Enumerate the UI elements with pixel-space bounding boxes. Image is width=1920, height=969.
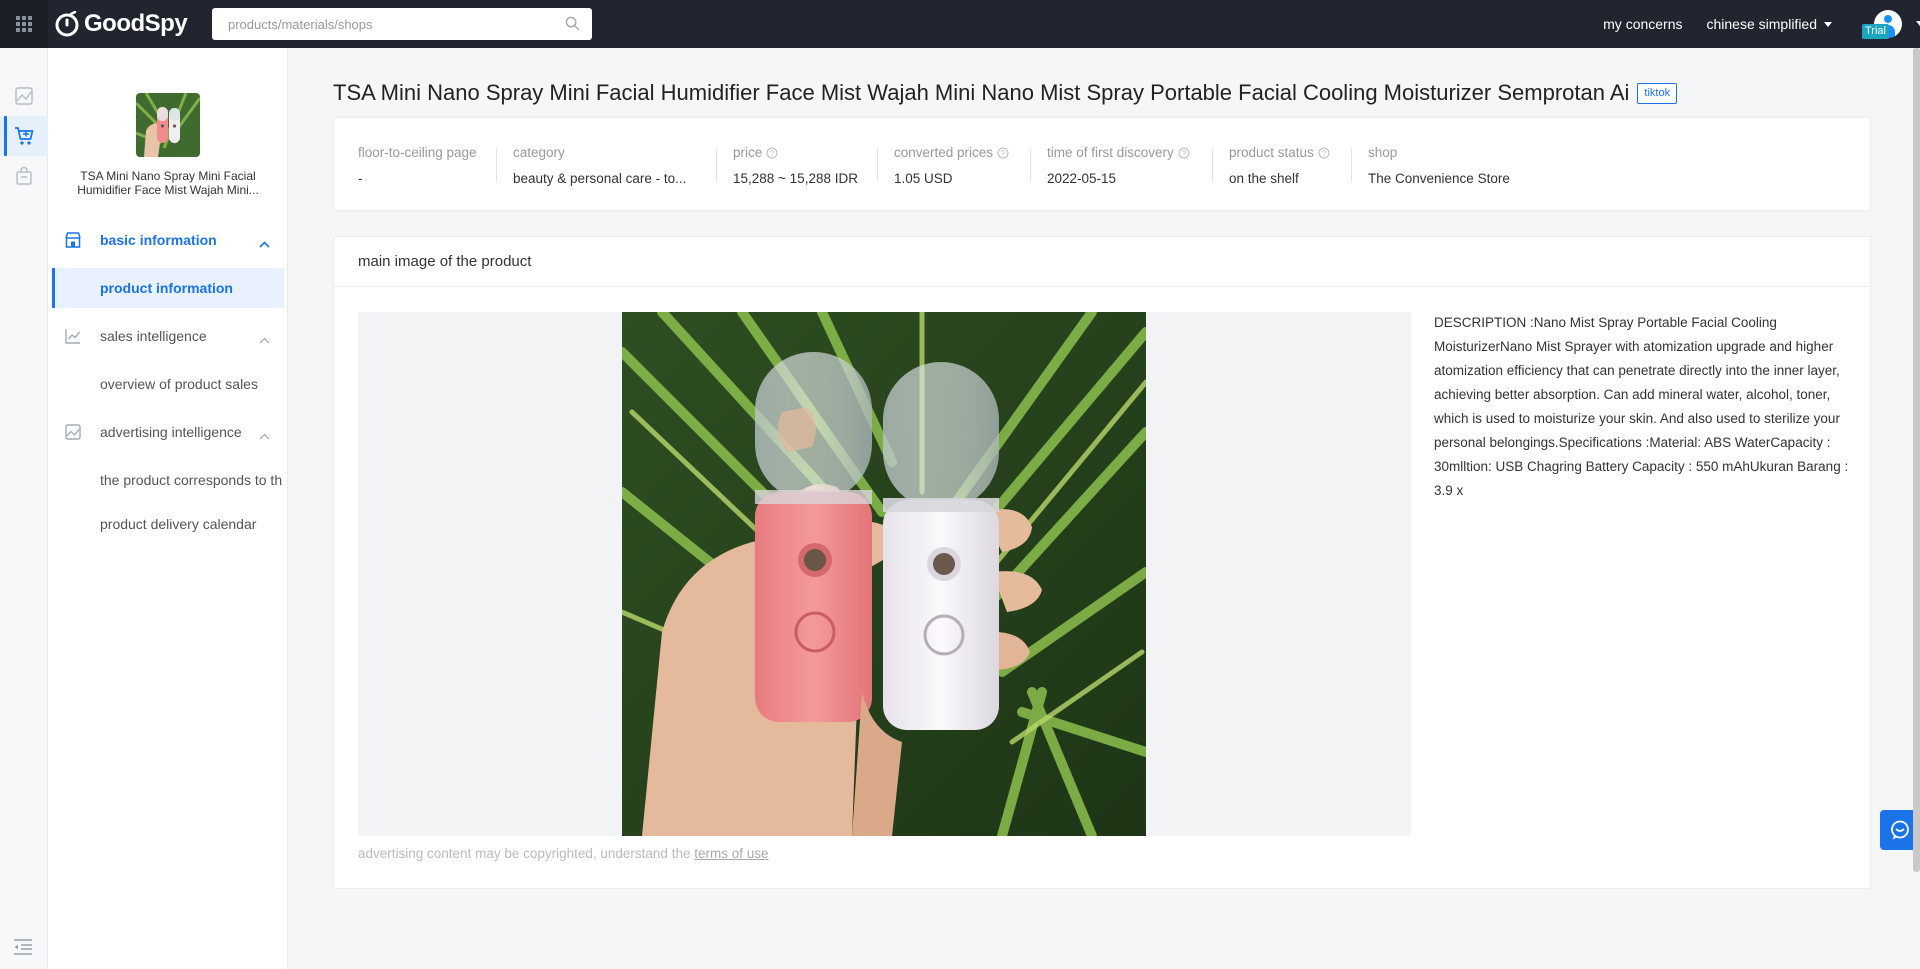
info-label: converted prices <box>894 145 994 160</box>
info-product-status: product status ? on the shelf <box>1229 145 1349 186</box>
divider <box>877 148 878 182</box>
chevron-up-icon <box>259 235 270 253</box>
info-label: shop <box>1368 145 1398 160</box>
info-value: on the shelf <box>1229 171 1299 186</box>
goodspy-logo[interactable]: GoodSpy <box>54 9 188 39</box>
language-dropdown[interactable]: chinese simplified <box>1706 16 1832 32</box>
help-icon[interactable]: ? <box>1318 147 1330 159</box>
info-value: - <box>358 171 363 186</box>
chat-icon <box>1891 820 1909 840</box>
rail-ads-image-icon[interactable] <box>0 76 48 116</box>
product-info-card: floor-to-ceiling page - category beauty … <box>333 117 1871 211</box>
info-value shop-link[interactable]: The Convenience Store <box>1368 171 1588 186</box>
divider <box>496 148 497 182</box>
help-icon[interactable]: ? <box>766 147 778 159</box>
icon-rail <box>0 48 48 969</box>
info-label: category <box>513 145 565 160</box>
page-title: TSA Mini Nano Spray Mini Facial Humidifi… <box>333 80 1678 106</box>
info-value: beauty & personal care - to... <box>513 171 687 186</box>
chevron-up-icon <box>259 331 270 349</box>
info-label: price <box>733 145 763 160</box>
my-concerns-link[interactable]: my concerns <box>1603 16 1682 32</box>
svg-text:?: ? <box>770 149 775 158</box>
product-title: TSA Mini Nano Spray Mini Facial Humidifi… <box>333 80 1630 105</box>
section-title: main image of the product <box>334 237 1870 287</box>
platform-tag: tiktok <box>1637 82 1678 104</box>
apps-grid-icon[interactable] <box>0 0 48 48</box>
nav-item-product-ads[interactable]: the product corresponds to th <box>52 460 284 500</box>
chevron-down-icon <box>1916 21 1920 26</box>
nav-group-label: sales intelligence <box>100 328 207 344</box>
nav-group-advertising-intelligence[interactable]: advertising intelligence <box>48 412 288 452</box>
info-category: category beauty & personal care - to... <box>513 145 708 186</box>
product-main-image[interactable] <box>622 312 1146 836</box>
help-icon[interactable]: ? <box>997 147 1009 159</box>
logo-text: GoodSpy <box>84 10 188 37</box>
language-label: chinese simplified <box>1706 16 1818 32</box>
nav-item-product-delivery-calendar[interactable]: product delivery calendar <box>52 504 284 544</box>
collapse-menu-icon[interactable] <box>12 938 34 961</box>
search-icon[interactable] <box>565 16 580 36</box>
divider <box>1030 148 1031 182</box>
info-time-of-first-discovery: time of first discovery ? 2022-05-15 <box>1047 145 1212 186</box>
nav-group-label: advertising intelligence <box>100 424 242 440</box>
info-value: 2022-05-15 <box>1047 171 1117 186</box>
global-search <box>212 8 592 40</box>
svg-text:?: ? <box>1001 149 1006 158</box>
info-shop: shop The Convenience Store <box>1368 145 1588 186</box>
trial-badge: Trial <box>1862 24 1889 39</box>
product-thumbnail[interactable] <box>136 93 200 157</box>
nav-group-label: basic information <box>100 232 217 248</box>
svg-text:?: ? <box>1182 149 1187 158</box>
copyright-note: advertising content may be copyrighted, … <box>358 846 769 861</box>
info-label: time of first discovery <box>1047 145 1174 160</box>
product-description: DESCRIPTION :Nano Mist Spray Portable Fa… <box>1434 315 1849 498</box>
rail-shop-bag-icon[interactable] <box>0 156 48 196</box>
svg-text:?: ? <box>1322 149 1327 158</box>
info-label: floor-to-ceiling page <box>358 145 477 160</box>
top-navbar: GoodSpy my concerns chinese simplified T… <box>0 0 1920 48</box>
info-floor-to-ceiling-page: floor-to-ceiling page - <box>358 145 488 186</box>
copyright-text: advertising content may be copyrighted, … <box>358 846 691 861</box>
product-short-title: TSA Mini Nano Spray Mini Facial Humidifi… <box>77 169 259 197</box>
nav-group-basic-information[interactable]: basic information <box>48 220 288 260</box>
info-price: price ? 15,288 ~ 15,288 IDR <box>733 145 868 186</box>
rail-cart-icon[interactable] <box>0 116 48 156</box>
nav-item-product-information[interactable]: product information <box>52 268 284 308</box>
trend-chart-icon <box>64 327 82 350</box>
image-viewer <box>358 312 1411 836</box>
terms-of-use-link[interactable]: terms of use <box>694 846 768 861</box>
search-input[interactable] <box>212 8 542 40</box>
main-image-card: main image of the product DESCRIPTION:N… <box>333 236 1871 889</box>
divider <box>1351 148 1352 182</box>
nav-item-overview-of-product-sales[interactable]: overview of product sales <box>52 364 284 404</box>
chevron-down-icon <box>1824 21 1832 27</box>
chevron-up-icon <box>259 427 270 445</box>
logo-icon <box>55 11 79 37</box>
ad-image-icon <box>64 423 82 446</box>
help-icon[interactable]: ? <box>1178 147 1190 159</box>
info-value: 15,288 ~ 15,288 IDR <box>733 171 858 186</box>
page-scrollbar[interactable] <box>1913 48 1920 872</box>
nav-group-sales-intelligence[interactable]: sales intelligence <box>48 316 288 356</box>
product-sidebar: TSA Mini Nano Spray Mini Facial Humidifi… <box>48 48 288 969</box>
user-menu[interactable]: Trial <box>1852 0 1920 48</box>
info-converted-prices: converted prices ? 1.05 USD <box>894 145 1029 186</box>
divider <box>716 148 717 182</box>
info-value: 1.05 USD <box>894 171 953 186</box>
store-icon <box>64 231 82 254</box>
info-label: product status <box>1229 145 1314 160</box>
divider <box>1212 148 1213 182</box>
top-right-controls: my concerns chinese simplified Trial <box>1603 0 1920 48</box>
